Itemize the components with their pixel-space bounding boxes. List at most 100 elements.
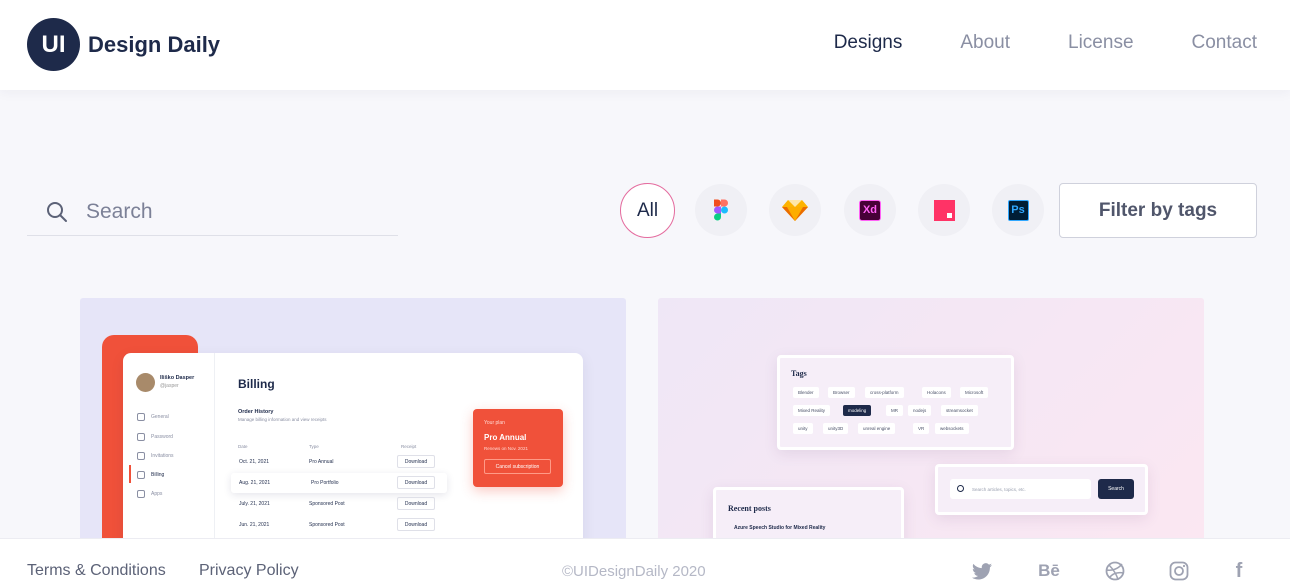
dribbble-link[interactable] <box>1104 560 1126 582</box>
order-history-subtitle: Manage billing information and view rece… <box>238 417 327 422</box>
lock-icon <box>137 433 145 441</box>
card-icon <box>137 471 145 479</box>
tag-chip: Blender <box>793 387 819 398</box>
site-header: UI Design Daily Designs About License Co… <box>0 0 1290 90</box>
mock-search-placeholder: Search articles, topics, etc. <box>972 486 1026 492</box>
mockup-sidebar: Iliško Dasper @jasper General Password I… <box>123 353 215 538</box>
twitter-link[interactable] <box>971 560 993 582</box>
privacy-link[interactable]: Privacy Policy <box>199 562 299 580</box>
tag-chip: VR <box>913 423 930 434</box>
tag-chip: Holacons <box>922 387 951 398</box>
tag-chip: nodejs <box>908 405 932 416</box>
nav-license[interactable]: License <box>1068 32 1134 54</box>
design-card-billing[interactable]: Iliško Dasper @jasper General Password I… <box>80 298 626 538</box>
plan-card: Your plan Pro Annual Renews on Nov. 2021… <box>473 409 563 487</box>
filter-by-tags-button[interactable]: Filter by tags <box>1059 183 1257 238</box>
tag-chip-selected: modeling <box>843 405 872 416</box>
sidebar-item-label: General <box>151 414 169 420</box>
tag-chip: Browser <box>828 387 855 398</box>
filter-sketch[interactable] <box>769 184 821 236</box>
tag-chip: websockets <box>935 423 969 434</box>
sidebar-item-label: Password <box>151 434 173 440</box>
tag-chip: Microsoft <box>960 387 989 398</box>
ps-text: Ps <box>1011 204 1025 216</box>
terms-link[interactable]: Terms & Conditions <box>27 562 166 580</box>
download-button: Download <box>397 497 435 510</box>
tag-chip: unreal engine <box>858 423 896 434</box>
sidebar-item-label: Billing <box>151 472 165 478</box>
sidebar-item-billing: Billing <box>137 471 164 479</box>
sidebar-item-invitations: Invitations <box>137 452 174 460</box>
table-row: Oct. 21, 2021 Pro Annual Download <box>231 452 447 472</box>
nav-designs[interactable]: Designs <box>834 32 903 54</box>
behance-link[interactable]: Bē <box>1036 560 1062 582</box>
row-type: Sponsored Post <box>309 501 345 507</box>
figma-icon <box>714 199 728 221</box>
table-row: Jun. 21, 2021 Sponsored Post Download <box>231 515 447 535</box>
sidebar-item-label: Invitations <box>151 453 174 459</box>
instagram-link[interactable] <box>1168 560 1190 582</box>
filter-xd[interactable]: Xd <box>844 184 896 236</box>
site-footer: Terms & Conditions Privacy Policy ©UIDes… <box>0 538 1290 584</box>
sidebar-item-label: Apps <box>151 491 163 497</box>
column-header: Type <box>309 444 319 449</box>
search-input[interactable] <box>86 199 366 224</box>
recent-posts-title: Recent posts <box>728 504 771 513</box>
user-name: Iliško Dasper <box>160 375 195 381</box>
photoshop-icon: Ps <box>1007 199 1029 221</box>
tag-chip: Mixed Reality <box>793 405 831 416</box>
download-button: Download <box>397 455 435 468</box>
table-row: July. 21, 2021 Sponsored Post Download <box>231 494 447 514</box>
nav-contact[interactable]: Contact <box>1192 32 1257 54</box>
facebook-link[interactable]: f <box>1228 560 1250 582</box>
xd-text: Xd <box>862 204 878 216</box>
row-date: Aug. 21, 2021 <box>239 480 271 486</box>
sketch-icon <box>782 200 808 221</box>
tag-chip: streamsocket <box>941 405 978 416</box>
filter-figma[interactable] <box>695 184 747 236</box>
facebook-icon: f <box>1235 559 1243 582</box>
plan-renew: Renews on Nov. 2021 <box>484 446 528 451</box>
sidebar-item-apps: Apps <box>137 490 162 498</box>
download-button: Download <box>397 518 435 531</box>
logo[interactable]: UI Design Daily <box>27 18 220 71</box>
active-indicator <box>129 465 131 483</box>
tag-chip: unity3D <box>823 423 849 434</box>
recent-post-item: Azure Speech Studio for Mixed Reality <box>734 525 826 531</box>
filter-all[interactable]: All <box>620 183 675 238</box>
search-bar <box>27 188 398 236</box>
sidebar-item-general: General <box>137 413 169 421</box>
copyright: ©UIDesignDaily 2020 <box>562 563 706 580</box>
apps-icon <box>137 490 145 498</box>
row-date: July. 21, 2021 <box>239 501 270 507</box>
recent-posts-mockup: Recent posts Azure Speech Studio for Mix… <box>713 487 904 538</box>
mock-search-button: Search <box>1098 479 1134 499</box>
row-type: Sponsored Post <box>309 522 345 528</box>
xd-icon: Xd <box>859 199 881 221</box>
download-button: Download <box>397 476 435 489</box>
plan-label: Your plan <box>484 420 505 426</box>
logo-text: Design Daily <box>88 31 221 57</box>
filter-all-label: All <box>636 199 659 221</box>
order-history-title: Order History <box>238 409 274 415</box>
filter-photoshop[interactable]: Ps <box>992 184 1044 236</box>
mail-icon <box>137 452 145 460</box>
cancel-subscription-button: Cancel subscription <box>484 459 551 474</box>
general-icon <box>137 413 145 421</box>
column-header: Date <box>238 444 248 449</box>
mock-search-field: Search articles, topics, etc. <box>950 479 1091 499</box>
sidebar-item-password: Password <box>137 433 173 441</box>
design-card-blog[interactable]: Tags Blender Browser cross-platform Hola… <box>658 298 1204 538</box>
tag-chip: MR <box>886 405 903 416</box>
instagram-icon <box>1169 561 1189 581</box>
search-icon <box>47 201 67 222</box>
nav-about[interactable]: About <box>960 32 1010 54</box>
page-title: Billing <box>238 377 275 391</box>
row-date: Oct. 21, 2021 <box>239 459 270 465</box>
main-nav: Designs About License Contact <box>834 32 1257 54</box>
twitter-icon <box>972 562 992 579</box>
avatar <box>136 373 155 392</box>
filter-invision[interactable] <box>918 184 970 236</box>
column-header: Receipt <box>401 444 417 449</box>
user-handle: @jasper <box>160 383 179 389</box>
